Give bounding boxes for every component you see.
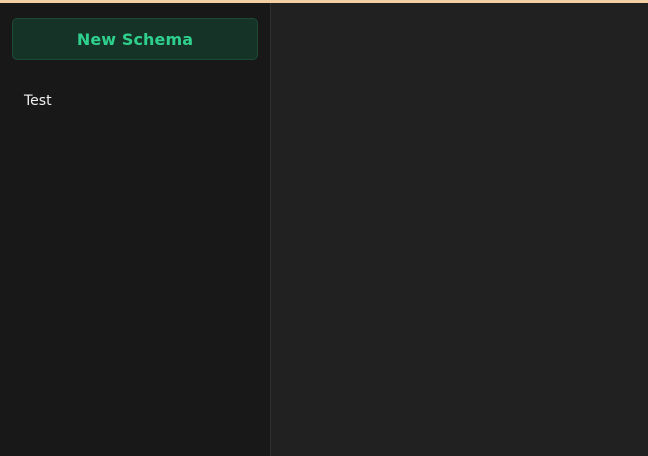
new-schema-button[interactable]: New Schema <box>12 18 258 60</box>
app-window: New Schema Test <box>0 0 648 456</box>
sidebar: New Schema Test <box>0 3 271 456</box>
schema-list-item-test[interactable]: Test <box>12 91 257 111</box>
app-body: New Schema Test <box>0 3 648 456</box>
main-panel <box>271 3 648 456</box>
schema-list: Test <box>12 91 257 111</box>
